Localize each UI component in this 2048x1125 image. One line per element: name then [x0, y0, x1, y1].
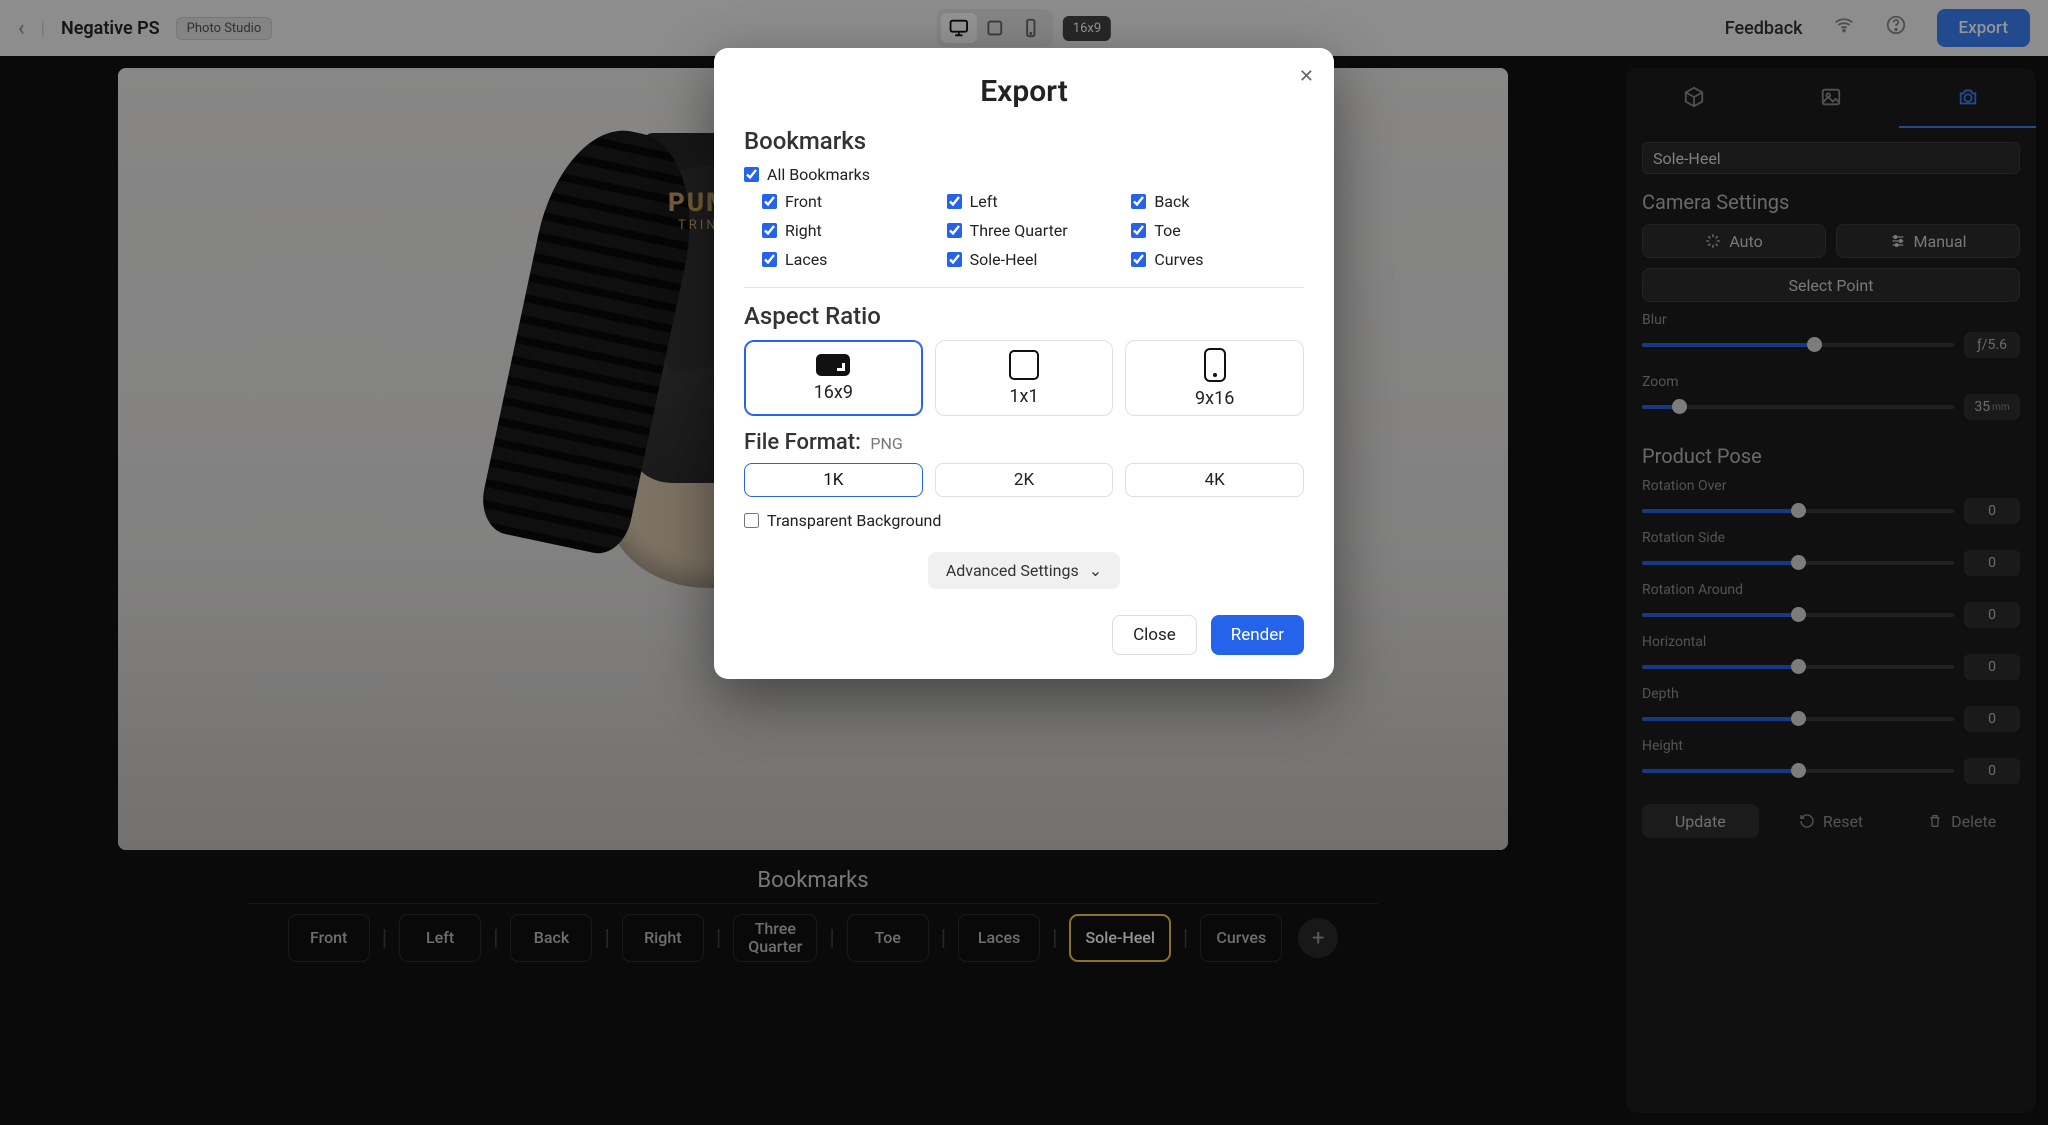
aspect-16x9[interactable]: 16x9 [744, 340, 923, 416]
bookmark-checkbox-input[interactable] [762, 194, 777, 209]
bookmark-checkbox[interactable]: Front [762, 192, 935, 211]
resolution-4k[interactable]: 4K [1125, 463, 1304, 497]
aspect-1x1[interactable]: 1x1 [935, 340, 1114, 416]
file-format-row: File Format: PNG [744, 430, 1304, 455]
bookmark-checkbox-input[interactable] [947, 223, 962, 238]
bookmark-checkbox-label: Back [1154, 192, 1189, 211]
bookmark-checkbox[interactable]: Laces [762, 250, 935, 269]
bookmark-checkbox[interactable]: Toe [1131, 221, 1304, 240]
bookmark-checkbox-label: Three Quarter [970, 221, 1068, 240]
chevron-down-icon: ⌄ [1089, 561, 1102, 580]
bookmark-checkbox-input[interactable] [1131, 194, 1146, 209]
export-title: Export [744, 74, 1304, 109]
bookmark-checkbox-input[interactable] [947, 252, 962, 267]
bookmark-checkbox[interactable]: Right [762, 221, 935, 240]
landscape-icon [816, 354, 850, 376]
bookmark-checkbox-label: Left [970, 192, 998, 211]
bookmark-checkbox[interactable]: Back [1131, 192, 1304, 211]
bookmark-checkbox-input[interactable] [1131, 223, 1146, 238]
bookmark-checkbox-label: Laces [785, 250, 827, 269]
aspect-ratio-heading: Aspect Ratio [744, 302, 1304, 330]
advanced-settings-button[interactable]: Advanced Settings ⌄ [928, 552, 1120, 589]
close-icon[interactable]: ✕ [1299, 66, 1314, 87]
bookmark-checkbox-label: Toe [1154, 221, 1180, 240]
divider [744, 287, 1304, 288]
file-format-label: File Format: [744, 430, 861, 455]
bookmark-checkbox[interactable]: Sole-Heel [947, 250, 1120, 269]
square-icon [1009, 350, 1039, 380]
file-format-value: PNG [870, 434, 902, 453]
transparent-bg-label: Transparent Background [767, 511, 941, 530]
aspect-9x16[interactable]: 9x16 [1125, 340, 1304, 416]
bookmark-checkbox[interactable]: Left [947, 192, 1120, 211]
all-bookmarks-input[interactable] [744, 167, 759, 182]
resolution-1k[interactable]: 1K [744, 463, 923, 497]
transparent-bg-checkbox[interactable]: Transparent Background [744, 511, 1304, 530]
aspect-label: 1x1 [1009, 386, 1038, 407]
portrait-phone-icon [1204, 348, 1226, 382]
bookmark-checkbox-input[interactable] [1131, 252, 1146, 267]
advanced-label: Advanced Settings [946, 561, 1079, 580]
bookmarks-section-heading: Bookmarks [744, 127, 1304, 155]
aspect-label: 16x9 [814, 382, 853, 403]
bookmark-checkbox-label: Right [785, 221, 822, 240]
bookmark-checkbox-label: Curves [1154, 250, 1203, 269]
all-bookmarks-checkbox[interactable]: All Bookmarks [744, 165, 1304, 184]
close-button[interactable]: Close [1112, 615, 1197, 655]
bookmark-checkbox[interactable]: Three Quarter [947, 221, 1120, 240]
bookmark-checkbox-input[interactable] [762, 252, 777, 267]
bookmark-checkbox-label: Sole-Heel [970, 250, 1038, 269]
bookmark-checkbox[interactable]: Curves [1131, 250, 1304, 269]
aspect-label: 9x16 [1195, 388, 1234, 409]
resolution-2k[interactable]: 2K [935, 463, 1114, 497]
render-button[interactable]: Render [1211, 615, 1304, 655]
all-bookmarks-label: All Bookmarks [767, 165, 870, 184]
transparent-bg-input[interactable] [744, 513, 759, 528]
bookmark-checkbox-label: Front [785, 192, 822, 211]
bookmark-checkbox-input[interactable] [762, 223, 777, 238]
export-dialog: ✕ Export Bookmarks All Bookmarks Front Le… [714, 48, 1334, 679]
bookmark-checkbox-input[interactable] [947, 194, 962, 209]
